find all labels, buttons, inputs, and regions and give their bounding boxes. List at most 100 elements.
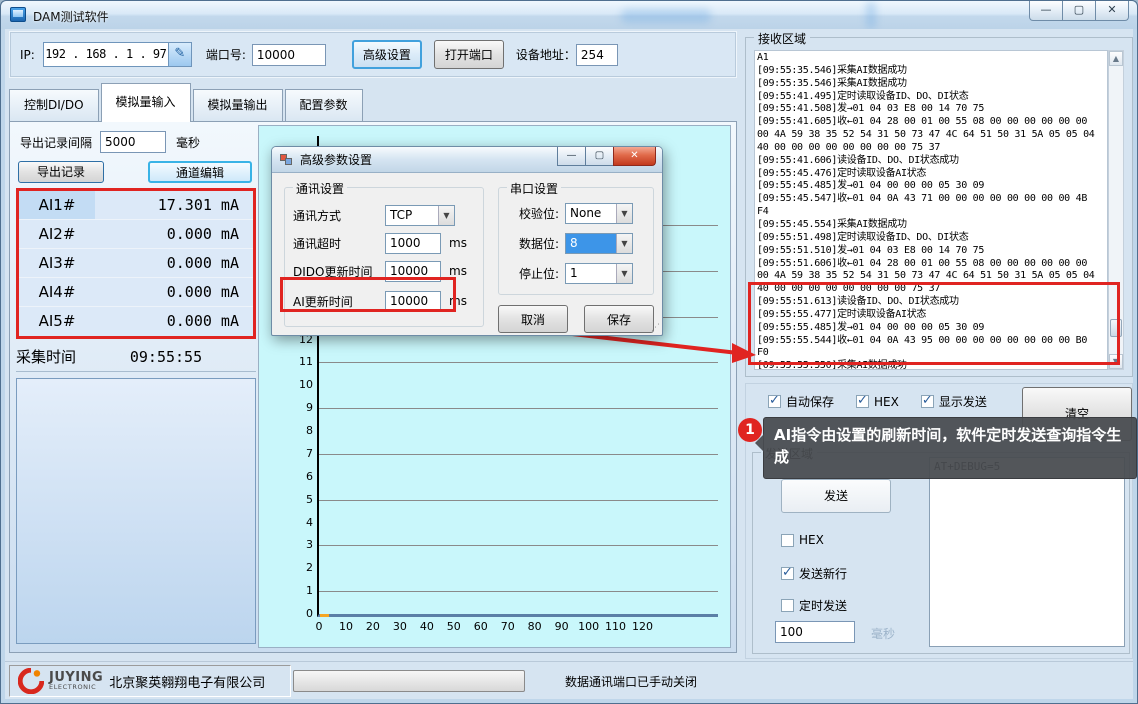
close-button[interactable]: ✕ (1095, 1, 1129, 21)
hex-send-checkbox[interactable]: HEX (781, 533, 824, 547)
receive-log[interactable]: A1 [09:55:35.546]采集AI数据成功 [09:55:35.546]… (754, 50, 1108, 370)
dialog-close-button[interactable]: ✕ (613, 147, 656, 166)
x-tick-label: 20 (366, 620, 380, 633)
lower-left-panel (16, 378, 256, 644)
x-tick-label: 0 (316, 620, 323, 633)
auto-save-checkbox[interactable]: 自动保存 (768, 393, 834, 410)
comm-timeout-input[interactable] (385, 233, 441, 254)
send-interval-input[interactable] (775, 621, 855, 643)
resize-grip-icon[interactable]: ⋰ (651, 323, 660, 333)
ai-value: 0.000 mA (95, 249, 253, 277)
comm-mode-label: 通讯方式 (293, 207, 385, 224)
x-tick-label: 10 (339, 620, 353, 633)
dialog-maximize-button[interactable]: ▢ (585, 147, 614, 166)
port-input[interactable] (252, 44, 326, 66)
ai-value: 17.301 mA (95, 191, 253, 219)
chevron-down-icon[interactable]: ▼ (616, 204, 632, 223)
y-tick-label: 11 (283, 355, 313, 368)
send-text-input[interactable]: AT+DEBUG=5 (929, 457, 1125, 647)
send-button[interactable]: 发送 (781, 479, 891, 513)
y-tick-label: 7 (283, 447, 313, 460)
table-row[interactable]: AI5# 0.000 mA (19, 307, 253, 336)
tab-analog-input[interactable]: 模拟量输入 (101, 83, 191, 122)
hex-recv-label: HEX (874, 395, 899, 409)
export-record-button[interactable]: 导出记录 (18, 161, 104, 183)
tab-analog-output[interactable]: 模拟量输出 (193, 89, 283, 122)
cancel-button[interactable]: 取消 (498, 305, 568, 333)
maximize-button[interactable]: ▢ (1062, 1, 1096, 21)
comm-settings-group: 通讯设置 通讯方式 TCP ▼ 通讯超时 ms DIDO更新 (284, 187, 484, 327)
checkbox-icon[interactable] (856, 395, 869, 408)
dido-update-input[interactable] (385, 261, 441, 282)
auto-save-label: 自动保存 (786, 393, 834, 410)
table-row[interactable]: AI2# 0.000 mA (19, 220, 253, 249)
databits-select[interactable]: 8 ▼ (565, 233, 633, 254)
checkbox-icon[interactable] (921, 395, 934, 408)
chevron-down-icon[interactable]: ▼ (616, 234, 632, 253)
hex-recv-checkbox[interactable]: HEX (856, 393, 899, 410)
y-tick-label: 4 (283, 516, 313, 529)
export-interval-input[interactable] (100, 131, 166, 153)
comm-mode-select[interactable]: TCP ▼ (385, 205, 455, 226)
x-tick-label: 50 (447, 620, 461, 633)
ai-channel[interactable]: AI2# (19, 220, 95, 248)
ai-channel[interactable]: AI3# (19, 249, 95, 277)
open-port-button[interactable]: 打开端口 (434, 40, 504, 69)
annotation-tooltip: 1 AI指令由设置的刷新时间，软件定时发送查询指令生成 (763, 417, 1137, 479)
table-row[interactable]: AI4# 0.000 mA (19, 278, 253, 307)
save-button[interactable]: 保存 (584, 305, 654, 333)
checkbox-icon[interactable] (781, 534, 794, 547)
chevron-down-icon[interactable]: ▼ (438, 206, 454, 225)
advanced-settings-button[interactable]: 高级设置 (352, 40, 422, 69)
right-column: 接收区域 A1 [09:55:35.546]采集AI数据成功 [09:55:35… (743, 29, 1135, 659)
ip-input[interactable]: 192 . 168 . 1 . 97 ✎ (43, 42, 192, 67)
table-row[interactable]: AI1# 17.301 mA (19, 191, 253, 220)
send-newline-label: 发送新行 (799, 565, 847, 582)
stopbits-label: 停止位: (507, 265, 559, 282)
checkbox-icon[interactable] (781, 599, 794, 612)
send-newline-checkbox[interactable]: 发送新行 (781, 565, 847, 582)
ai-update-unit: ms (449, 294, 467, 308)
ai-channel[interactable]: AI5# (19, 307, 95, 336)
y-tick-label: 2 (283, 561, 313, 574)
dialog-title-bar[interactable]: 高级参数设置 — ▢ ✕ (272, 147, 662, 173)
ai-channel[interactable]: AI4# (19, 278, 95, 306)
comm-group-title: 通讯设置 (293, 180, 347, 197)
client-area: IP: 192 . 168 . 1 . 97 ✎ 端口号: 高级设置 打开端口 … (5, 29, 1133, 699)
timed-send-checkbox[interactable]: 定时发送 (781, 597, 847, 614)
window-title: DAM测试软件 (33, 8, 109, 25)
title-bar: DAM测试软件 — ▢ ✕ (1, 1, 1137, 29)
log-scrollbar[interactable]: ▲ ▼ (1108, 50, 1124, 370)
annotation-tooltip-text: AI指令由设置的刷新时间，软件定时发送查询指令生成 (774, 426, 1121, 466)
ai-update-input[interactable] (385, 291, 441, 312)
databits-value: 8 (566, 234, 616, 253)
pencil-icon[interactable]: ✎ (168, 43, 191, 66)
dialog-minimize-button[interactable]: — (557, 147, 586, 166)
export-interval-unit: 毫秒 (176, 134, 200, 151)
show-send-checkbox[interactable]: 显示发送 (921, 393, 987, 410)
export-interval-label: 导出记录间隔 (20, 134, 92, 151)
minimize-button[interactable]: — (1029, 1, 1063, 21)
ai-channel[interactable]: AI1# (19, 191, 95, 219)
scrollbar-thumb[interactable] (1110, 319, 1122, 337)
x-tick-label: 30 (393, 620, 407, 633)
channel-edit-button[interactable]: 通道编辑 (148, 161, 252, 183)
checkbox-icon[interactable] (768, 395, 781, 408)
table-row[interactable]: AI3# 0.000 mA (19, 249, 253, 278)
tab-control-dido[interactable]: 控制DI/DO (9, 89, 99, 122)
tab-config-params[interactable]: 配置参数 (285, 89, 363, 122)
status-bar: JUYING ELECTRONIC 北京聚英翱翔电子有限公司 数据通讯端口已手动… (5, 661, 1133, 699)
ip-value[interactable]: 192 . 168 . 1 . 97 (44, 43, 168, 66)
chevron-down-icon[interactable]: ▼ (616, 264, 632, 283)
stopbits-select[interactable]: 1 ▼ (565, 263, 633, 284)
scroll-up-icon[interactable]: ▲ (1109, 51, 1123, 66)
parity-select[interactable]: None ▼ (565, 203, 633, 224)
hex-send-label: HEX (799, 533, 824, 547)
device-addr-input[interactable] (576, 44, 618, 66)
x-tick-label: 80 (528, 620, 542, 633)
advanced-settings-dialog: 高级参数设置 — ▢ ✕ 通讯设置 通讯方式 TCP ▼ (271, 146, 663, 336)
port-status-text: 数据通讯端口已手动关闭 (565, 673, 697, 690)
checkbox-icon[interactable] (781, 567, 794, 580)
y-tick-label: 6 (283, 470, 313, 483)
scroll-down-icon[interactable]: ▼ (1109, 354, 1123, 369)
